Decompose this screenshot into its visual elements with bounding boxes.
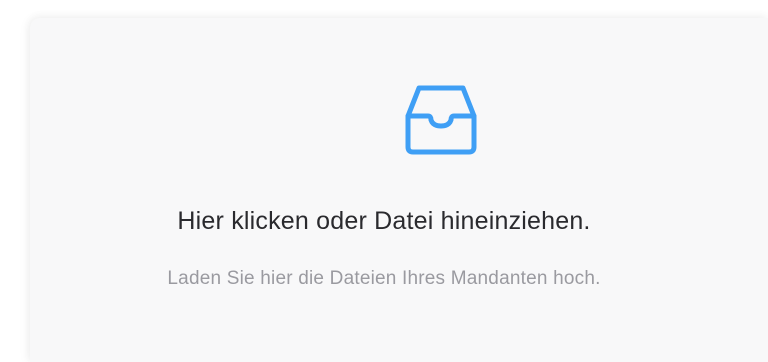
dropzone-hint: Laden Sie hier die Dateien Ihres Mandant… — [167, 268, 601, 289]
dropzone-title: Hier klicken oder Datei hineinziehen. — [177, 207, 591, 235]
inbox-tray-icon — [404, 80, 478, 158]
file-dropzone[interactable] — [30, 18, 768, 362]
page: Hier klicken oder Datei hineinziehen. La… — [0, 0, 768, 362]
